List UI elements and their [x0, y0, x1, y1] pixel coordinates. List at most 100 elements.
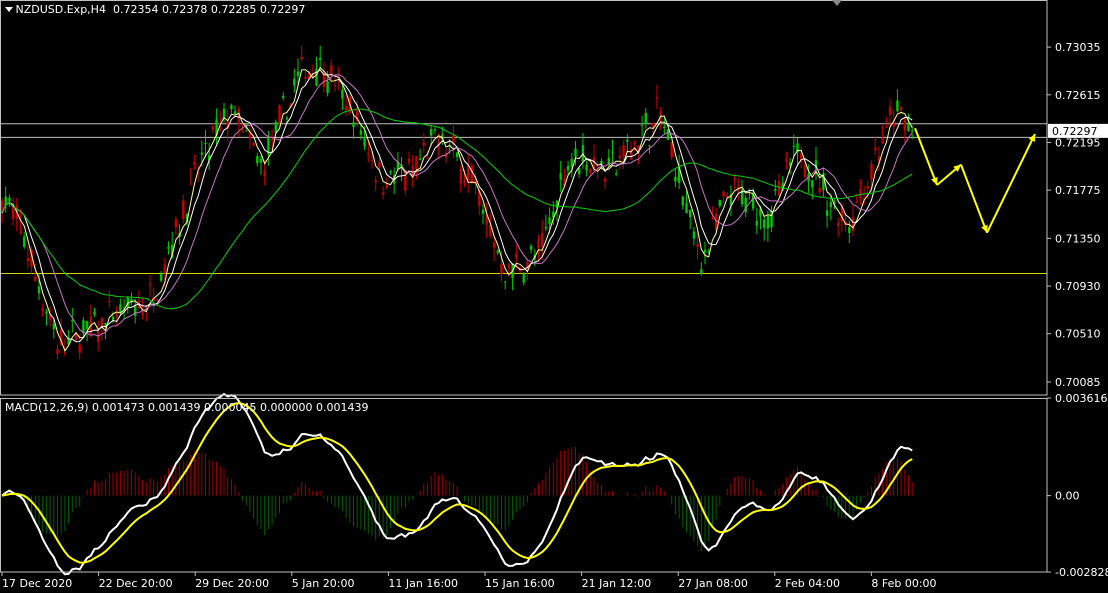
candle-body [670, 141, 673, 158]
candle-body [529, 246, 533, 250]
candle-body [785, 158, 788, 162]
price-tick-label: 0.72615 [1055, 89, 1101, 102]
candle-body [837, 223, 840, 226]
candle-body [204, 142, 207, 144]
candle-body [666, 129, 670, 140]
candle-body [655, 97, 659, 99]
candle-body [848, 227, 851, 233]
candle-body [578, 168, 581, 175]
symbol-name: NZDUSD.Exp,H4 [15, 3, 106, 16]
candle-body [256, 155, 259, 164]
forecast-arrow-segment[interactable] [960, 164, 988, 234]
candle-body [774, 189, 777, 191]
time-tick-label: 17 Dec 2020 [2, 577, 72, 590]
candle-body [415, 156, 418, 170]
candle-body [293, 78, 296, 86]
candle-body [259, 158, 263, 163]
candle-body [430, 129, 433, 136]
candle-body [189, 173, 192, 175]
candle-body [504, 281, 507, 283]
candle-body [611, 152, 614, 154]
candle-body [803, 165, 807, 178]
candle-body [907, 122, 910, 132]
candle-body [581, 145, 585, 162]
candle-body [626, 139, 629, 142]
candle-body [585, 164, 588, 171]
candle-body [515, 253, 518, 258]
candle-body [500, 263, 503, 274]
candle-body [574, 148, 577, 157]
candle-body [492, 242, 496, 248]
candle-body [825, 210, 829, 216]
price-tick-label: 0.73035 [1055, 41, 1101, 54]
candle-body [182, 200, 185, 220]
candle-body [589, 168, 592, 173]
candle-body [156, 299, 159, 301]
candle-body [45, 311, 48, 314]
candle-body [851, 217, 855, 231]
candle-body [352, 122, 355, 128]
chart-shift-marker-icon[interactable] [832, 0, 842, 6]
current-price-label: 0.72297 [1052, 125, 1098, 138]
candle-body [470, 165, 474, 184]
trading-chart[interactable]: 0.73035 0.72615 0.72195 0.71775 0.71350 0.709… [0, 0, 1108, 593]
candle-body [326, 81, 329, 94]
forecast-arrow-segment[interactable] [986, 133, 1036, 234]
candle-body [422, 142, 425, 146]
candle-body [381, 192, 385, 195]
candle-body [285, 117, 289, 120]
candle-body [300, 56, 303, 60]
price-tick-label: 0.70930 [1055, 280, 1101, 293]
candle-body [870, 163, 873, 180]
time-tick-label: 21 Jan 12:00 [582, 577, 652, 590]
macd-pane[interactable] [1, 392, 913, 576]
candle-body [241, 131, 244, 133]
candle-body [722, 191, 725, 197]
price-pane[interactable] [0, 45, 1047, 360]
candle-body [11, 206, 15, 220]
candle-body [78, 344, 81, 353]
candle-body [34, 276, 37, 282]
candle-body [222, 108, 226, 118]
candle-body [119, 304, 122, 313]
candle-body [696, 244, 699, 248]
candle-body [652, 122, 655, 127]
price-tick-label: 0.71350 [1055, 232, 1101, 245]
candle-body [230, 105, 233, 110]
candle-body [681, 196, 684, 206]
candle-body [319, 58, 322, 60]
candle-body [174, 219, 178, 228]
candle-body [363, 136, 366, 147]
price-tick-label: 0.72195 [1055, 136, 1101, 149]
candle-body [663, 126, 666, 129]
candle-body [855, 201, 858, 204]
candle-body [888, 107, 892, 115]
candle-body [374, 180, 377, 183]
candle-body [296, 71, 300, 77]
candle-body [622, 145, 625, 157]
candle-body [644, 112, 647, 124]
candle-body [559, 173, 562, 180]
candle-body [885, 121, 888, 123]
forecast-arrow-segment[interactable] [914, 127, 938, 186]
price-tick-label: 0.70085 [1055, 376, 1101, 389]
candle-body [818, 187, 821, 193]
candle-body [52, 323, 55, 330]
macd-tick-label: -0.002828 [1055, 566, 1108, 579]
time-tick-label: 15 Jan 16:00 [485, 577, 555, 590]
candle-body [167, 246, 170, 249]
candle-body [603, 178, 607, 183]
candle-body [911, 130, 914, 132]
macd-indicator-title: MACD(12,26,9) 0.001473 0.001439 0.000045… [5, 401, 369, 414]
ohlc-values: 0.72354 0.72378 0.72285 0.72297 [112, 3, 306, 16]
candle-body [407, 158, 411, 163]
candle-body [755, 220, 758, 226]
candle-body [718, 200, 721, 206]
time-tick-label: 27 Jan 08:00 [678, 577, 748, 590]
candle-body [341, 89, 344, 99]
time-tick-label: 11 Jan 16:00 [388, 577, 458, 590]
candle-body [211, 126, 215, 130]
candle-body [159, 273, 163, 281]
candle-body [93, 311, 96, 314]
macd-tick-label: 0.00 [1055, 490, 1080, 503]
